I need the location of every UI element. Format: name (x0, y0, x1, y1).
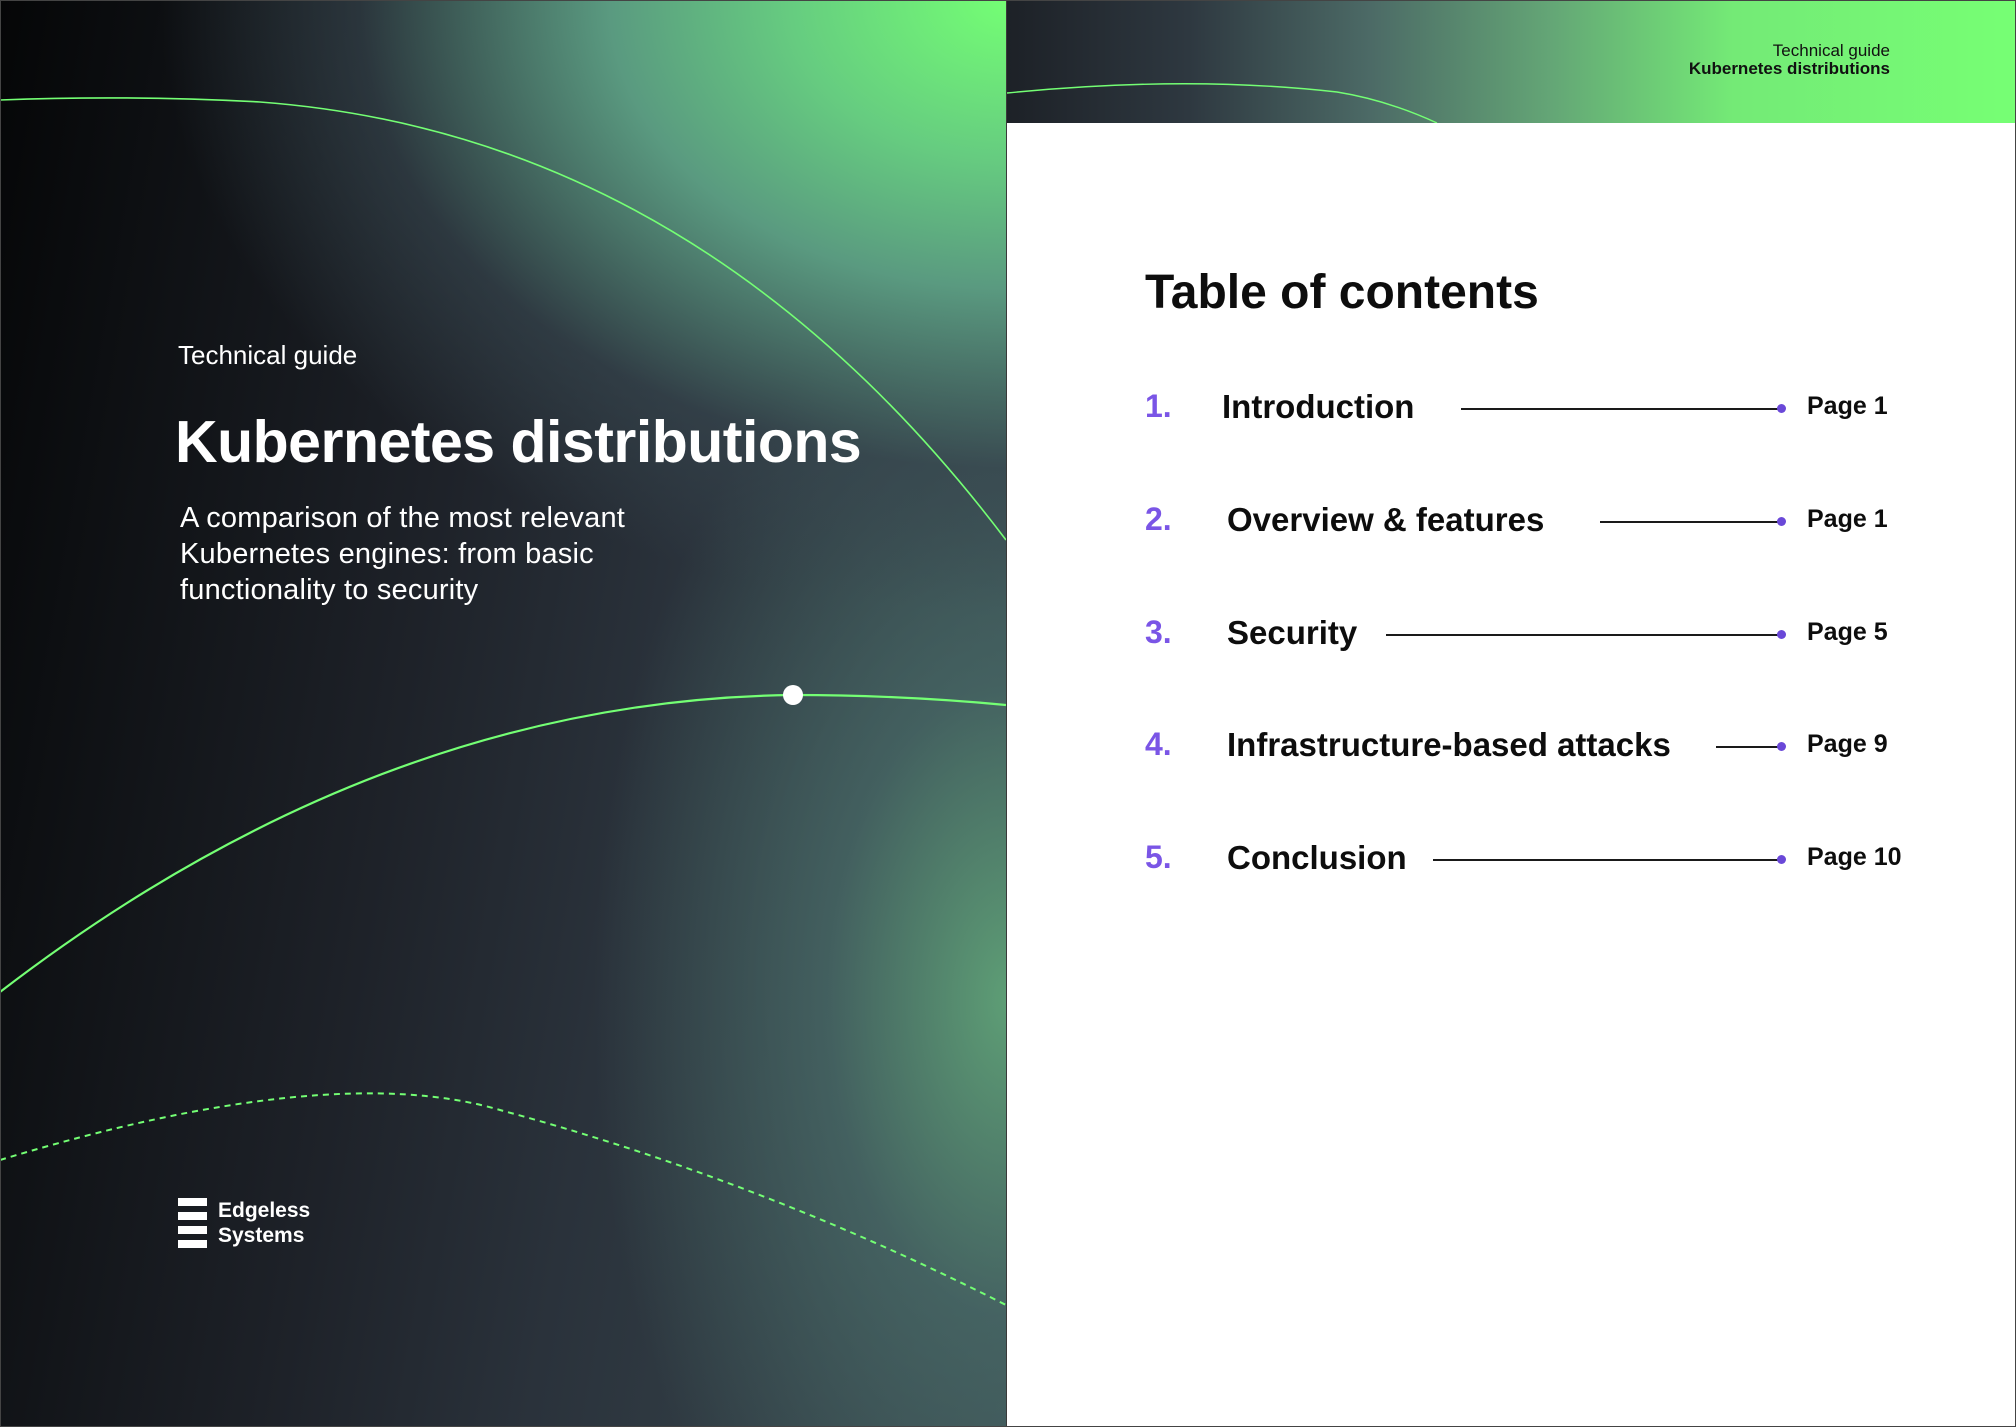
toc-item-label[interactable]: Conclusion (1227, 839, 1407, 877)
toc-item-number: 1. (1145, 388, 1172, 424)
logo-line-2: Systems (218, 1224, 305, 1247)
toc-leader-line (1716, 746, 1779, 748)
dashed-arc (0, 1092, 1006, 1306)
toc-page-header: Technical guide Kubernetes distributions (1007, 0, 2016, 123)
leader-dot-icon (1777, 517, 1786, 526)
toc-item-label[interactable]: Infrastructure-based attacks (1227, 726, 1671, 764)
cover-page: Technical guide Kubernetes distributions… (0, 0, 1006, 1427)
leader-dot-icon (1777, 742, 1786, 751)
middle-arc (0, 693, 1006, 993)
logo-wordmark: Edgeless Systems (218, 1198, 310, 1248)
toc-page-reference[interactable]: Page 1 (1807, 392, 1888, 421)
cover-decorative-arcs (0, 97, 1006, 1306)
toc-leader-line (1386, 634, 1779, 636)
toc-item-overview-features[interactable]: 2. Overview & features Page 1 (1145, 501, 2005, 551)
cover-eyebrow: Technical guide (178, 340, 358, 370)
toc-title: Table of contents (1145, 266, 1539, 319)
toc-item-number: 2. (1145, 501, 1172, 537)
toc-page: Technical guide Kubernetes distributions… (1007, 0, 2016, 1427)
toc-item-label[interactable]: Overview & features (1227, 501, 1544, 539)
leader-dot-icon (1777, 630, 1786, 639)
toc-item-number: 5. (1145, 839, 1172, 875)
cover-title: Kubernetes distributions (175, 409, 862, 475)
leader-dot-icon (1777, 855, 1786, 864)
toc-leader-line (1461, 408, 1779, 410)
toc-item-security[interactable]: 3. Security Page 5 (1145, 614, 2005, 664)
toc-item-number: 3. (1145, 614, 1172, 650)
header-doc-title: Kubernetes distributions (1688, 59, 1890, 78)
toc-item-number: 4. (1145, 726, 1172, 762)
toc-item-label[interactable]: Introduction (1222, 388, 1414, 426)
toc-item-conclusion[interactable]: 5. Conclusion Page 10 (1145, 839, 2005, 889)
toc-leader-line (1600, 521, 1779, 523)
arc-marker-dot (783, 685, 803, 705)
toc-item-label[interactable]: Security (1227, 614, 1357, 652)
edgeless-systems-logo: Edgeless Systems (178, 1198, 310, 1248)
leader-dot-icon (1777, 404, 1786, 413)
header-doc-type: Technical guide (1772, 41, 1890, 60)
logo-line-1: Edgeless (218, 1199, 311, 1222)
toc-item-infrastructure-attacks[interactable]: 4. Infrastructure-based attacks Page 9 (1145, 726, 2005, 776)
toc-leader-line (1433, 859, 1779, 861)
toc-page-reference[interactable]: Page 10 (1807, 843, 1902, 872)
toc-item-introduction[interactable]: 1. Introduction Page 1 (1145, 388, 2005, 438)
toc-page-reference[interactable]: Page 5 (1807, 618, 1888, 647)
stacked-bars-logo-icon (178, 1198, 207, 1248)
toc-page-reference[interactable]: Page 9 (1807, 730, 1888, 759)
toc-page-reference[interactable]: Page 1 (1807, 505, 1888, 534)
cover-subtitle: A comparison of the most relevant Kubern… (180, 502, 626, 606)
